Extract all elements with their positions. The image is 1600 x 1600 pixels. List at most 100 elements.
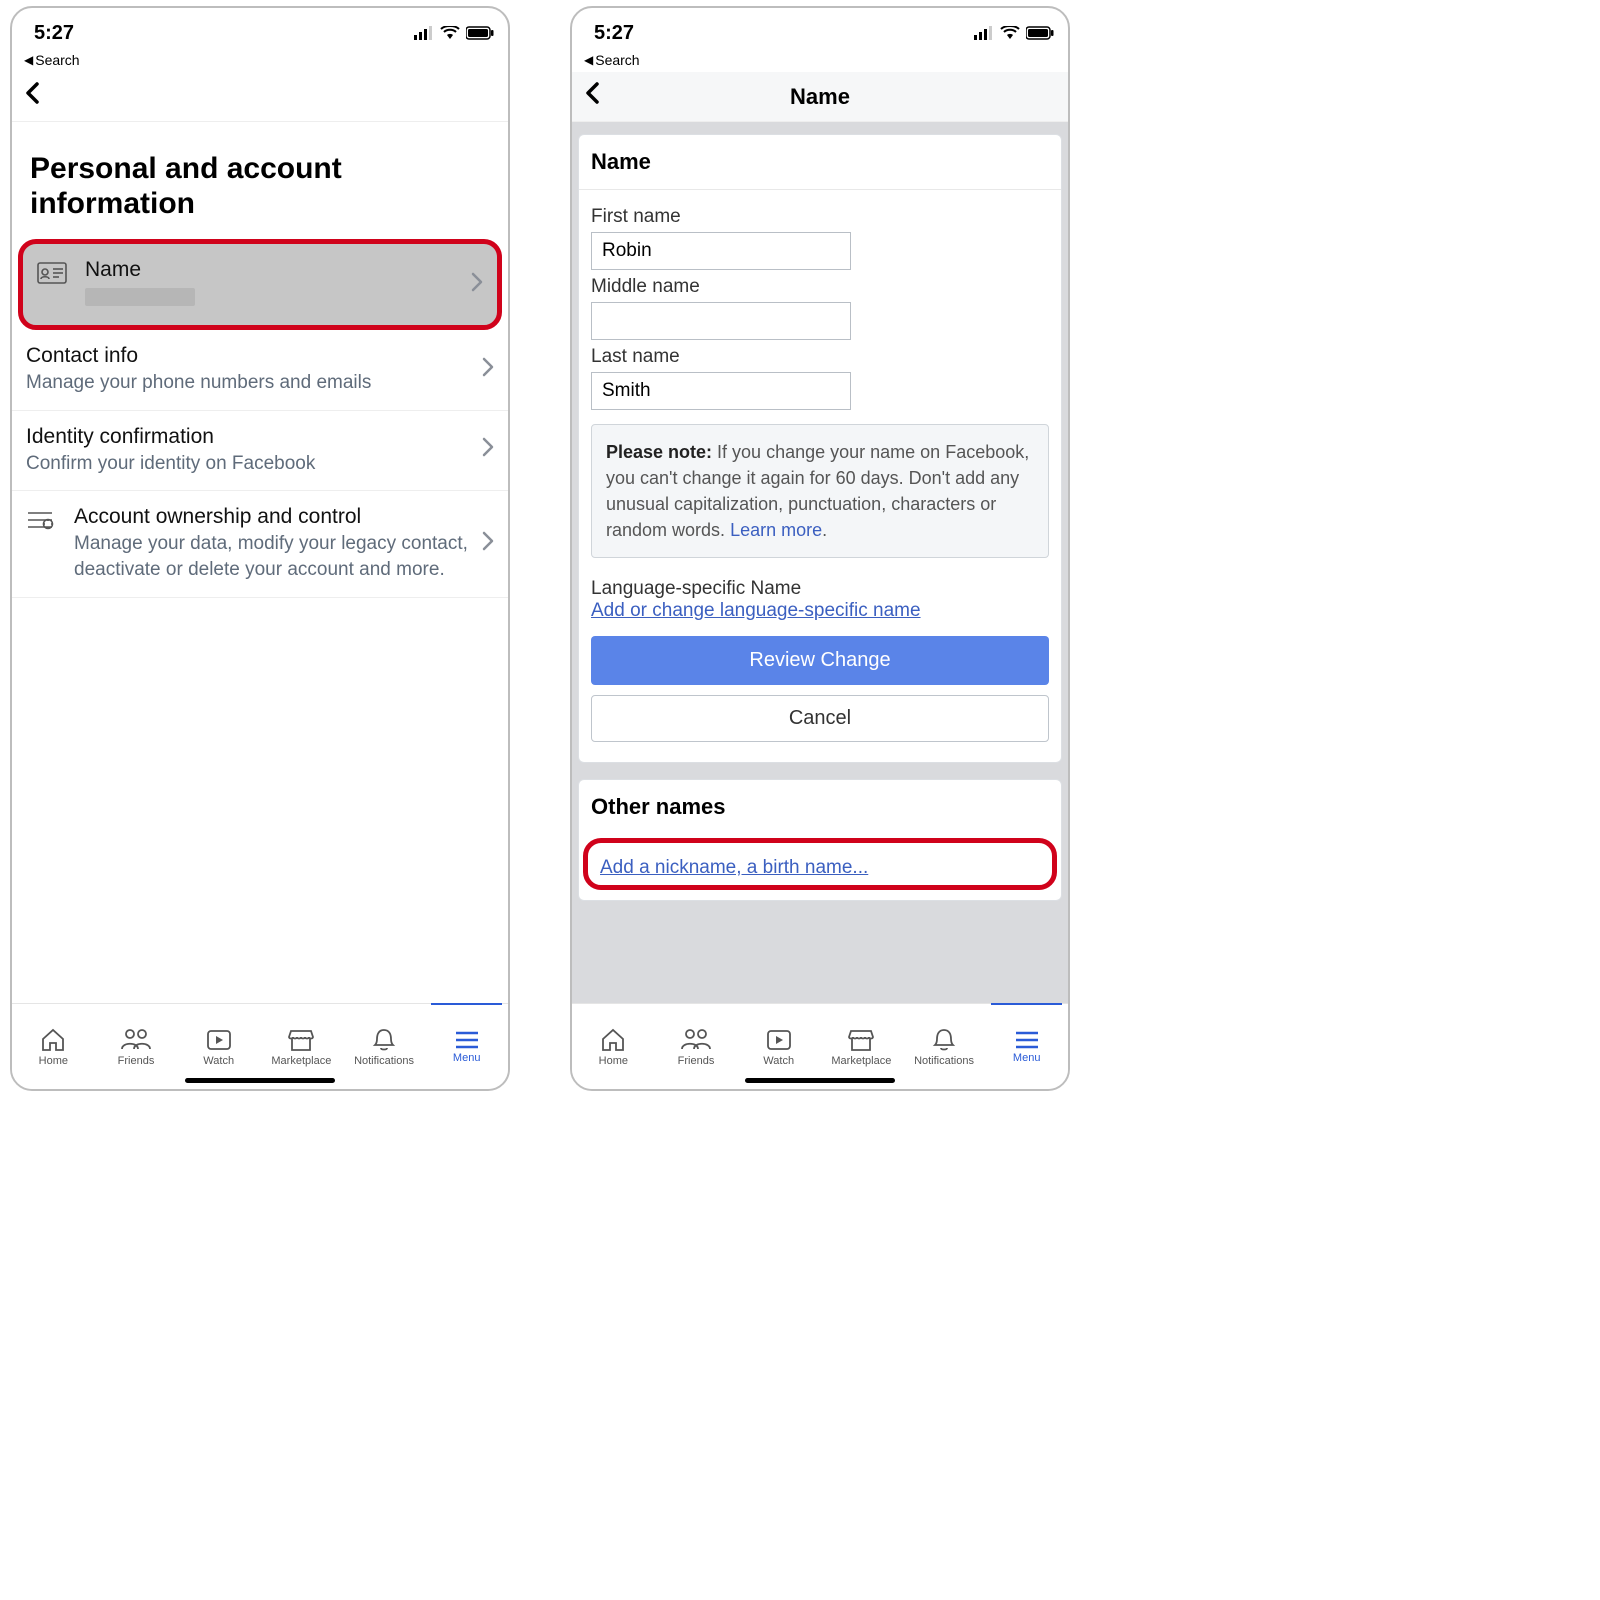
tab-home[interactable]: Home	[572, 1004, 655, 1089]
status-time: 5:27	[34, 22, 74, 45]
first-name-input[interactable]	[591, 232, 851, 270]
row-ownership[interactable]: Account ownership and control Manage you…	[12, 491, 508, 597]
breadcrumb[interactable]: ◀ Search	[12, 52, 508, 72]
tab-home[interactable]: Home	[12, 1004, 95, 1089]
row-name-title: Name	[85, 258, 457, 282]
chevron-right-icon	[482, 437, 494, 463]
status-indicators	[974, 26, 1054, 40]
id-card-icon	[37, 258, 71, 289]
tab-label: Friends	[118, 1055, 155, 1067]
middle-name-label: Middle name	[591, 276, 1049, 298]
row-contact-sub: Manage your phone numbers and emails	[26, 370, 468, 396]
tab-label: Friends	[678, 1055, 715, 1067]
tab-label: Menu	[453, 1052, 481, 1064]
watch-icon	[765, 1027, 793, 1053]
menu-icon	[454, 1030, 480, 1050]
settings-sliders-icon	[26, 505, 60, 536]
friends-icon	[680, 1027, 712, 1053]
status-time: 5:27	[594, 22, 634, 45]
lang-link[interactable]: Add or change language-specific name	[591, 600, 921, 621]
tab-label: Marketplace	[271, 1055, 331, 1067]
wifi-icon	[1000, 26, 1020, 40]
tab-label: Home	[599, 1055, 628, 1067]
tab-label: Notifications	[914, 1055, 974, 1067]
review-change-button[interactable]: Review Change	[591, 636, 1049, 685]
bell-icon	[371, 1027, 397, 1053]
other-names-title: Other names	[579, 780, 1061, 834]
nav-header	[12, 72, 508, 122]
lang-title: Language-specific Name	[591, 578, 1049, 600]
home-icon	[39, 1027, 67, 1053]
status-indicators	[414, 26, 494, 40]
back-button[interactable]	[24, 82, 42, 111]
chevron-right-icon	[471, 272, 483, 298]
back-triangle-icon: ◀	[584, 53, 593, 67]
header-title: Name	[572, 84, 1068, 110]
battery-icon	[466, 26, 494, 40]
cellular-icon	[414, 26, 434, 40]
home-icon	[599, 1027, 627, 1053]
tab-label: Notifications	[354, 1055, 414, 1067]
tab-marketplace[interactable]: Marketplace	[260, 1004, 343, 1089]
tab-label: Marketplace	[831, 1055, 891, 1067]
redacted-name	[85, 288, 195, 306]
row-ownership-title: Account ownership and control	[74, 505, 468, 529]
page-title: Personal and account information	[12, 122, 508, 239]
home-indicator[interactable]	[185, 1078, 335, 1083]
tab-marketplace[interactable]: Marketplace	[820, 1004, 903, 1089]
back-triangle-icon: ◀	[24, 53, 33, 67]
add-other-name-link[interactable]: Add a nickname, a birth name...	[588, 843, 1052, 885]
scroll-area[interactable]: Name First name Middle name Last name Pl…	[572, 122, 1068, 1003]
row-identity-sub: Confirm your identity on Facebook	[26, 451, 468, 477]
tab-friends[interactable]: Friends	[655, 1004, 738, 1089]
name-card: Name First name Middle name Last name Pl…	[578, 134, 1062, 763]
nav-header: Name	[572, 72, 1068, 122]
row-identity[interactable]: Identity confirmation Confirm your ident…	[12, 411, 508, 492]
row-ownership-sub: Manage your data, modify your legacy con…	[74, 531, 468, 582]
tab-notifications[interactable]: Notifications	[903, 1004, 986, 1089]
tab-menu[interactable]: Menu	[985, 1004, 1068, 1089]
tab-menu[interactable]: Menu	[425, 1004, 508, 1089]
home-indicator[interactable]	[745, 1078, 895, 1083]
note-box: Please note: If you change your name on …	[591, 424, 1049, 558]
row-contact-info[interactable]: Contact info Manage your phone numbers a…	[12, 330, 508, 411]
status-bar: 5:27	[572, 8, 1068, 52]
menu-icon	[1014, 1030, 1040, 1050]
last-name-label: Last name	[591, 346, 1049, 368]
marketplace-icon	[287, 1027, 315, 1053]
chevron-right-icon	[482, 531, 494, 557]
status-bar: 5:27	[12, 8, 508, 52]
row-name[interactable]: Name	[18, 239, 502, 330]
tab-label: Watch	[203, 1055, 234, 1067]
tab-watch[interactable]: Watch	[177, 1004, 260, 1089]
middle-name-input[interactable]	[591, 302, 851, 340]
first-name-label: First name	[591, 206, 1049, 228]
watch-icon	[205, 1027, 233, 1053]
tab-bar: Home Friends Watch Marketplace Notificat…	[572, 1003, 1068, 1089]
cellular-icon	[974, 26, 994, 40]
learn-more-link[interactable]: Learn more	[730, 520, 822, 540]
tab-bar: Home Friends Watch Marketplace Notificat…	[12, 1003, 508, 1089]
tab-label: Menu	[1013, 1052, 1041, 1064]
last-name-input[interactable]	[591, 372, 851, 410]
tab-label: Home	[39, 1055, 68, 1067]
battery-icon	[1026, 26, 1054, 40]
tab-notifications[interactable]: Notifications	[343, 1004, 426, 1089]
phone-screen-settings: 5:27 ◀ Search Personal and account infor…	[10, 6, 510, 1091]
highlight-box: Add a nickname, a birth name...	[583, 838, 1057, 890]
name-card-title: Name	[579, 135, 1061, 190]
breadcrumb[interactable]: ◀ Search	[572, 52, 1068, 72]
note-bold: Please note:	[606, 442, 712, 462]
tab-friends[interactable]: Friends	[95, 1004, 178, 1089]
row-contact-title: Contact info	[26, 344, 468, 368]
tab-watch[interactable]: Watch	[737, 1004, 820, 1089]
breadcrumb-label: Search	[595, 52, 639, 68]
bell-icon	[931, 1027, 957, 1053]
phone-screen-name-edit: 5:27 ◀ Search Name Name First name Middl…	[570, 6, 1070, 1091]
friends-icon	[120, 1027, 152, 1053]
other-names-card: Other names Add a nickname, a birth name…	[578, 779, 1062, 901]
row-identity-title: Identity confirmation	[26, 425, 468, 449]
tab-label: Watch	[763, 1055, 794, 1067]
cancel-button[interactable]: Cancel	[591, 695, 1049, 742]
wifi-icon	[440, 26, 460, 40]
